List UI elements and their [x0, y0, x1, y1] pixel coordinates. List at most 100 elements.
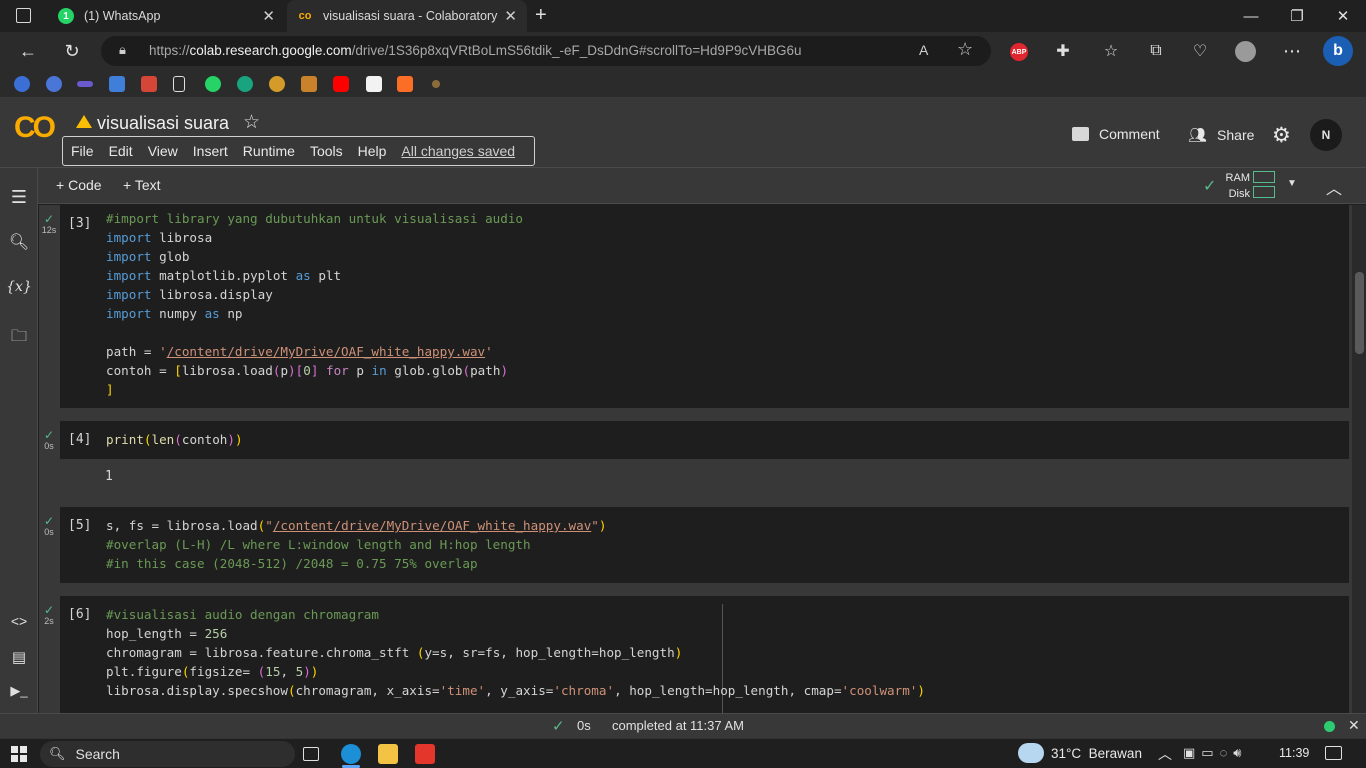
- table-of-contents-icon[interactable]: ☰: [0, 187, 38, 208]
- gmail-icon[interactable]: [141, 76, 157, 92]
- notebook-title[interactable]: visualisasi suara: [97, 113, 229, 134]
- terminal-icon[interactable]: ▶_: [0, 683, 38, 699]
- cell-code[interactable]: print(len(contoh)): [106, 430, 243, 449]
- weather-icon[interactable]: [1018, 743, 1044, 763]
- cell-code[interactable]: s, fs = librosa.load("/content/drive/MyD…: [106, 516, 606, 573]
- cell-run-status[interactable]: ✓ 0s: [39, 429, 59, 451]
- runtime-dropdown-icon[interactable]: ▼: [1287, 178, 1297, 189]
- menu-runtime[interactable]: Runtime: [243, 143, 295, 159]
- files-folder-icon[interactable]: 🗀︎: [0, 325, 38, 352]
- cell-run-status[interactable]: ✓ 2s: [39, 604, 59, 626]
- notifications-icon[interactable]: [1325, 746, 1342, 760]
- tray-icons[interactable]: ▣▭◌🔊︎: [1183, 745, 1247, 761]
- favorites-icon[interactable]: ☆: [1095, 32, 1127, 70]
- code-cell[interactable]: ✓ 0s [5] s, fs = librosa.load("/content/d…: [44, 507, 1349, 583]
- share-label: Share: [1217, 127, 1255, 143]
- tray-chevron-icon[interactable]: ︿: [1158, 744, 1172, 764]
- close-tab-icon[interactable]: ✕: [262, 7, 275, 25]
- performance-icon[interactable]: ♡: [1184, 32, 1216, 70]
- code-cell[interactable]: ✓ 2s [6] #visualisasi audio dengan chroma…: [44, 596, 1349, 713]
- minimize-icon[interactable]: —: [1228, 0, 1274, 32]
- star-icon[interactable]: ☆: [243, 111, 260, 134]
- search-icon[interactable]: 🔍︎: [0, 232, 38, 252]
- cell-code[interactable]: #import library yang dubutuhkan untuk vi…: [106, 209, 523, 399]
- save-status[interactable]: All changes saved: [401, 143, 515, 159]
- bing-icon[interactable]: b: [1323, 36, 1353, 66]
- add-text-button[interactable]: + Text: [123, 177, 161, 193]
- menu-view[interactable]: View: [148, 143, 178, 159]
- notebook-scrollbar-thumb[interactable]: [1355, 272, 1364, 354]
- url-text: https://colab.research.google.com/drive/…: [149, 43, 802, 58]
- youtube-icon[interactable]: [333, 76, 349, 92]
- bookmark-icon[interactable]: [77, 81, 93, 87]
- close-status-icon[interactable]: ✕: [1348, 717, 1360, 734]
- bookmark-icon[interactable]: [366, 76, 382, 92]
- new-tab-icon[interactable]: +: [535, 4, 547, 27]
- exec-time: 12s: [41, 225, 57, 235]
- favorite-star-icon[interactable]: ☆: [957, 39, 973, 60]
- command-palette-icon[interactable]: ▤: [0, 648, 38, 666]
- file-explorer-icon[interactable]: [378, 744, 398, 764]
- close-tab-icon[interactable]: ✕: [504, 7, 517, 25]
- back-icon[interactable]: ←: [12, 32, 44, 70]
- bookmark-icon[interactable]: [432, 80, 440, 88]
- code-cell[interactable]: ✓ 12s [3] #import library yang dubutuhkan…: [42, 205, 1349, 408]
- bookmark-icon[interactable]: [14, 76, 30, 92]
- drive-icon[interactable]: [76, 115, 92, 128]
- menu-file[interactable]: File: [71, 143, 94, 159]
- execution-status-bar: ✓ 0s completed at 11:37 AM ✕: [0, 713, 1366, 738]
- cell-run-status[interactable]: ✓ 12s: [39, 213, 59, 235]
- taskview-icon[interactable]: [303, 747, 319, 761]
- bookmark-icon[interactable]: [301, 76, 317, 92]
- windows-taskbar: 🔍︎ Search 31°C Berawan ︿ ▣▭◌🔊︎ 11:39: [0, 738, 1366, 768]
- document-icon[interactable]: [173, 76, 185, 92]
- bookmark-icon[interactable]: [269, 76, 285, 92]
- add-code-button[interactable]: + Code: [56, 177, 102, 193]
- menu-insert[interactable]: Insert: [193, 143, 228, 159]
- profile-avatar-icon[interactable]: [1235, 41, 1256, 62]
- gitlab-icon[interactable]: [397, 76, 413, 92]
- windows-start-icon[interactable]: [11, 746, 27, 762]
- comment-button[interactable]: Comment: [1072, 126, 1160, 142]
- disk-meter: [1253, 186, 1275, 198]
- code-snippets-icon[interactable]: <>: [0, 613, 38, 629]
- bookmark-icon[interactable]: [109, 76, 125, 92]
- settings-gear-icon[interactable]: ⚙: [1272, 123, 1291, 148]
- adblock-icon[interactable]: ABP: [1010, 43, 1028, 61]
- menu-edit[interactable]: Edit: [109, 143, 133, 159]
- read-aloud-icon[interactable]: A: [919, 42, 928, 58]
- account-avatar[interactable]: N: [1310, 119, 1342, 151]
- variables-icon[interactable]: {x}: [0, 279, 38, 295]
- share-button[interactable]: 👥︎ Share: [1188, 126, 1254, 144]
- taskbar-search[interactable]: 🔍︎ Search: [40, 741, 295, 767]
- runtime-connected-dot[interactable]: [1324, 721, 1335, 732]
- clock[interactable]: 11:39: [1279, 746, 1309, 760]
- collections-icon[interactable]: ⧉: [1140, 32, 1172, 70]
- tab-title: (1) WhatsApp: [84, 9, 161, 23]
- resources-button[interactable]: RAM Disk: [1224, 170, 1250, 202]
- close-window-icon[interactable]: ✕: [1320, 0, 1366, 32]
- restore-icon[interactable]: ❐: [1274, 0, 1320, 32]
- wps-office-icon[interactable]: [415, 744, 435, 764]
- address-bar[interactable]: 🔒︎ https://colab.research.google.com/dri…: [101, 36, 991, 66]
- weather-text[interactable]: 31°C Berawan: [1051, 746, 1142, 761]
- refresh-icon[interactable]: ↻: [56, 32, 88, 70]
- menu-help[interactable]: Help: [358, 143, 387, 159]
- search-icon: 🔍︎: [49, 746, 66, 761]
- menu-tools[interactable]: Tools: [310, 143, 343, 159]
- bookmark-icon[interactable]: [46, 76, 62, 92]
- edge-icon[interactable]: [341, 744, 361, 764]
- tab-actions-icon[interactable]: [16, 8, 31, 23]
- tab-colab[interactable]: co visualisasi suara - Colaboratory ✕: [287, 0, 527, 32]
- extensions-icon[interactable]: ✚: [1047, 32, 1079, 70]
- cell-code[interactable]: #visualisasi audio dengan chromagram hop…: [106, 605, 925, 700]
- tab-whatsapp[interactable]: 1 (1) WhatsApp ✕: [50, 0, 285, 32]
- collapse-header-icon[interactable]: ︿: [1326, 175, 1342, 199]
- chatgpt-icon[interactable]: [237, 76, 253, 92]
- colab-logo[interactable]: CO: [14, 111, 56, 145]
- whatsapp-bookmark-icon[interactable]: [205, 76, 221, 92]
- lock-icon[interactable]: 🔒︎: [119, 42, 126, 58]
- code-cell[interactable]: ✓ 0s [4] print(len(contoh)): [44, 421, 1349, 459]
- more-menu-icon[interactable]: ⋯: [1276, 32, 1308, 70]
- cell-run-status[interactable]: ✓ 0s: [39, 515, 59, 537]
